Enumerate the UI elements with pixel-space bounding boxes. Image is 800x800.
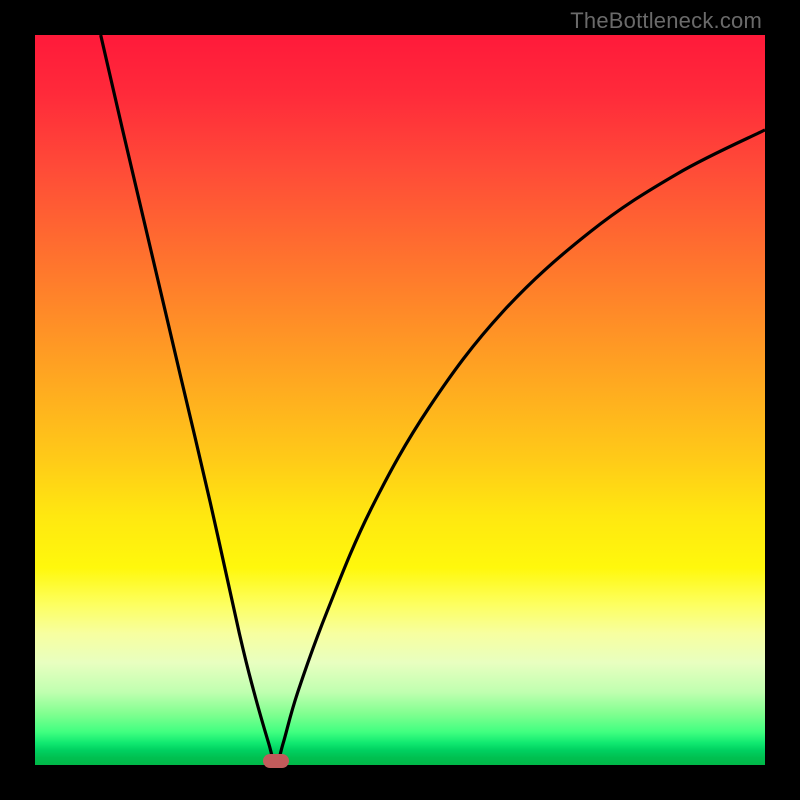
watermark-text: TheBottleneck.com — [570, 8, 762, 34]
chart-frame: TheBottleneck.com — [0, 0, 800, 800]
curve-svg — [35, 35, 765, 765]
minimum-marker — [263, 754, 289, 768]
curve-path — [101, 35, 765, 765]
